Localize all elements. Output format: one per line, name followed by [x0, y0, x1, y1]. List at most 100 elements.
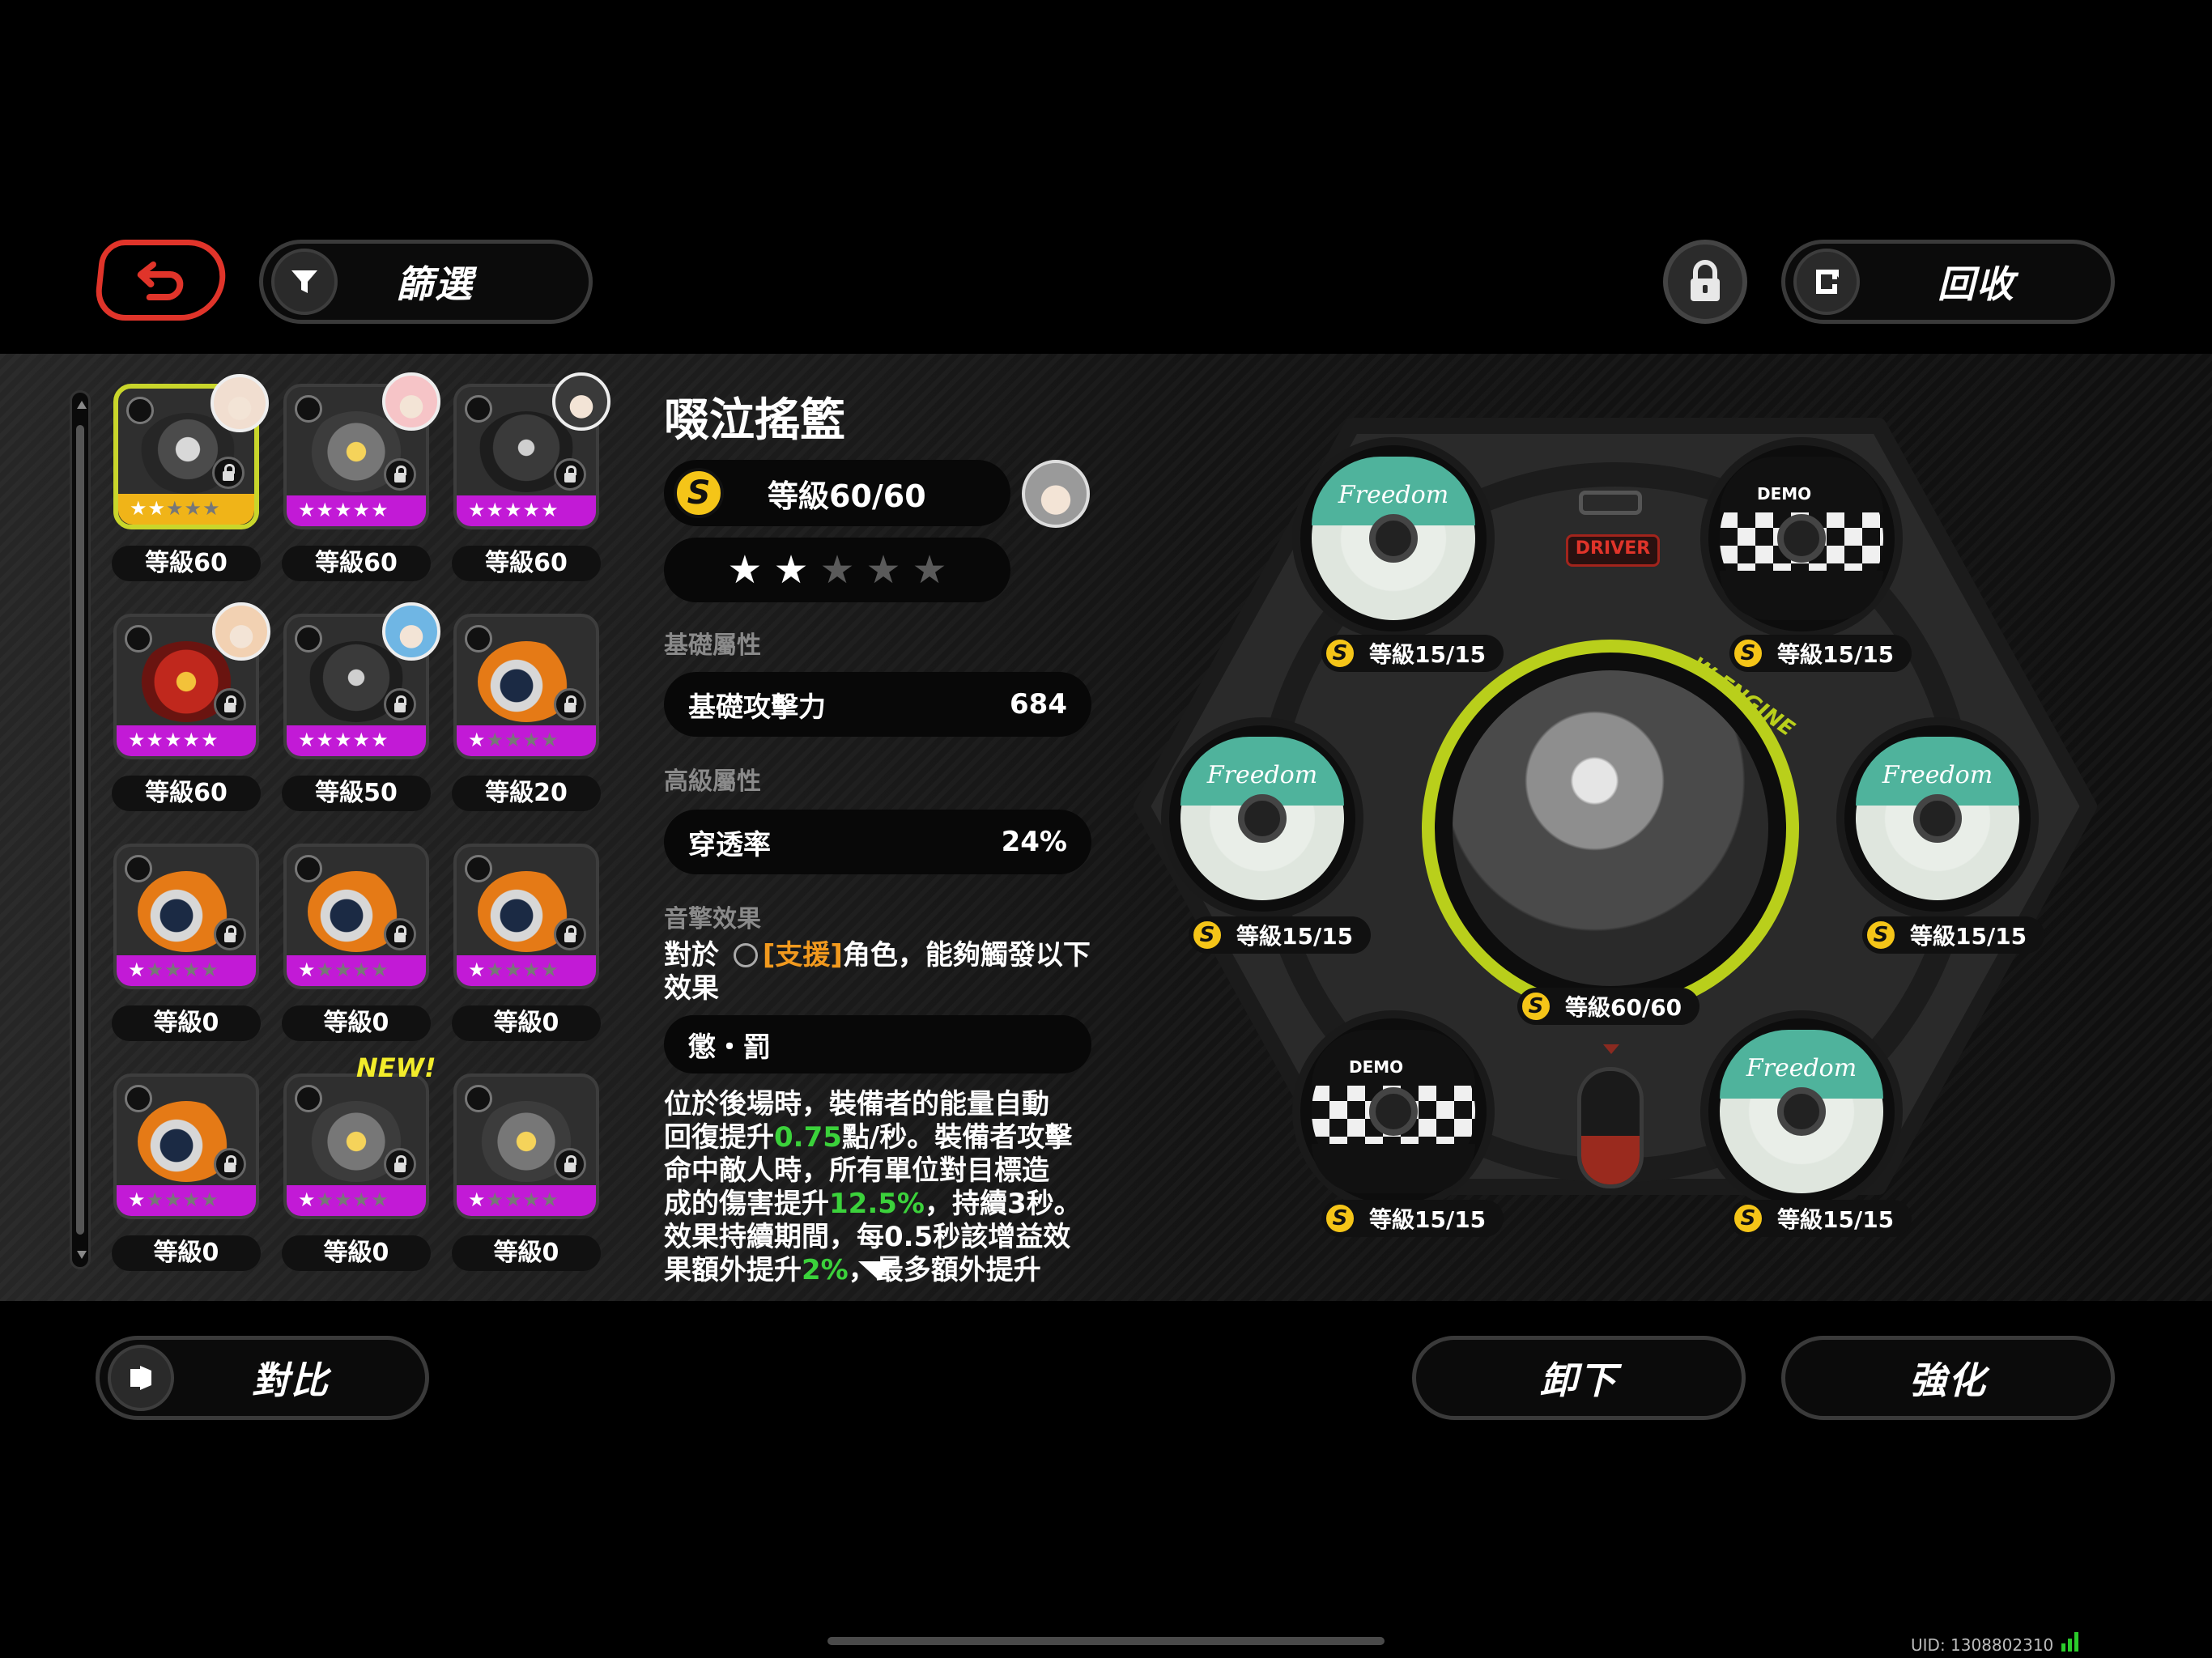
- rank-badge-icon: [125, 625, 152, 653]
- effect-value: 0.75: [774, 1121, 842, 1154]
- effect-line: 命中敵人時，所有單位對目標造: [664, 1154, 1093, 1188]
- freedom-disc-art: Freedom: [1180, 737, 1344, 900]
- w-engine-card[interactable]: ★★★★★: [113, 844, 259, 989]
- w-engine-card[interactable]: ★★★★★: [113, 602, 270, 759]
- base-attack-label: 基礎攻擊力: [688, 691, 826, 724]
- effect-value: 12.5%: [829, 1188, 925, 1220]
- lock-button[interactable]: [1663, 240, 1747, 324]
- driver-toggle[interactable]: [1577, 1067, 1644, 1188]
- drive-disc-slot-6[interactable]: Freedom: [1700, 1010, 1903, 1213]
- effect-line: 回復提升0.75點/秒。裝備者攻擊: [664, 1121, 1093, 1154]
- drive-disc-slot-5[interactable]: DEMO: [1292, 1010, 1495, 1213]
- w-engine-card[interactable]: ★★★★★: [283, 372, 440, 529]
- disc-title: Freedom: [1746, 1054, 1857, 1082]
- star-rating: ★★★★★: [130, 497, 221, 520]
- w-engine-art: [1453, 670, 1768, 986]
- support-role-tag: [支援]: [762, 939, 843, 971]
- w-engine-level-label: 等級20: [452, 776, 601, 811]
- w-engine-card[interactable]: ★★★★★: [113, 374, 269, 529]
- rank-badge-icon: [126, 397, 154, 424]
- rank-badge-icon: [295, 395, 322, 423]
- scroll-up-icon: [77, 401, 87, 409]
- rank-badge-icon: [125, 855, 152, 882]
- rank-badge-icon: [465, 1085, 492, 1112]
- effect-text: ，持續3秒。: [924, 1188, 1082, 1220]
- w-engine-card[interactable]: ★★★★★: [453, 614, 599, 759]
- rank-badge-icon: [465, 625, 492, 653]
- w-engine-card[interactable]: ★★★★★: [453, 1073, 599, 1219]
- rank-s-icon: S: [1191, 919, 1223, 951]
- filter-button[interactable]: 篩選: [259, 240, 593, 324]
- disc-hole: [1777, 1087, 1826, 1136]
- effect-title-bar: 懲・罰: [664, 1015, 1091, 1073]
- w-engine-card[interactable]: ★★★★★: [113, 1073, 259, 1219]
- w-engine-card[interactable]: ★★★★★: [453, 372, 610, 529]
- disc-level-badge: S 等級15/15: [1729, 1200, 1912, 1237]
- w-engine-slot[interactable]: W-ENGINE: [1422, 640, 1799, 1017]
- compare-icon: [108, 1345, 174, 1411]
- w-engine-card[interactable]: ★★★★★: [283, 844, 429, 989]
- base-stats-heading: 基礎屬性: [664, 631, 761, 660]
- effect-prefix: 對於: [664, 939, 719, 971]
- upgrade-button[interactable]: 強化: [1781, 1336, 2115, 1420]
- disc-hole: [1238, 794, 1287, 843]
- rank-s-icon: S: [1732, 637, 1764, 670]
- disc-level-badge: S 等級15/15: [1189, 916, 1372, 954]
- disc-level-badge: S 等級15/15: [1321, 1200, 1504, 1237]
- home-indicator[interactable]: [827, 1637, 1385, 1645]
- agent-avatar: [382, 372, 440, 431]
- equipped-agent-avatar[interactable]: [1022, 460, 1090, 528]
- level-bar: S 等級60/60: [664, 460, 1010, 526]
- w-engine-level-label: 等級60: [282, 546, 431, 581]
- unequip-button[interactable]: 卸下: [1412, 1336, 1746, 1420]
- disc-title: Freedom: [1882, 761, 1993, 789]
- effect-title: 懲・罰: [688, 1031, 771, 1064]
- disc-title: Freedom: [1206, 761, 1318, 789]
- drive-disc-slot-4[interactable]: Freedom: [1836, 717, 2039, 920]
- star-rating: ★★★★★: [298, 499, 389, 521]
- star-icon: ★: [866, 547, 901, 593]
- star-rating: ★★★★★: [128, 959, 219, 981]
- drive-disc-slot-1[interactable]: Freedom: [1292, 437, 1495, 640]
- compare-button[interactable]: 對比: [96, 1336, 429, 1420]
- drive-disc-slot-2[interactable]: DEMO: [1700, 437, 1903, 640]
- disc-level-badge: S 等級15/15: [1321, 635, 1504, 672]
- upgrade-label: 強化: [1909, 1358, 1987, 1402]
- disc-level-badge: S 等級15/15: [1862, 916, 2045, 954]
- drive-disc-slot-3[interactable]: Freedom: [1161, 717, 1363, 920]
- w-engine-level-label: 等級50: [282, 776, 431, 811]
- w-engine-level-label: 等級0: [452, 1005, 601, 1041]
- lock-icon: [554, 688, 586, 721]
- agent-avatar: [552, 372, 610, 431]
- w-engine-card[interactable]: ★★★★★: [283, 1073, 429, 1219]
- w-engine-name: 啜泣搖籃: [664, 394, 845, 447]
- rank-s-icon: S: [1865, 919, 1897, 951]
- w-engine-level-label: 等級0: [282, 1235, 431, 1271]
- star-rating: ★★★★★: [298, 959, 389, 981]
- effect-text: 點/秒。裝備者攻擊: [841, 1121, 1073, 1154]
- rank-s-icon: S: [1324, 1202, 1356, 1235]
- rank-badge-icon: [295, 1085, 322, 1112]
- demo-disc-art: DEMO: [1312, 1030, 1475, 1193]
- back-button[interactable]: [92, 240, 230, 321]
- disc-level-label: 等級15/15: [1369, 1206, 1487, 1233]
- star-rating: ★★★★★: [298, 729, 389, 751]
- w-engine-level-label: 等級0: [282, 1005, 431, 1041]
- lock-icon: [384, 918, 416, 950]
- list-scrollbar[interactable]: [70, 390, 91, 1269]
- w-engine-card[interactable]: ★★★★★: [453, 844, 599, 989]
- recycle-label: 回收: [1938, 262, 2015, 306]
- lock-icon: [554, 918, 586, 950]
- new-tag: NEW!: [356, 1052, 436, 1083]
- rank-badge-icon: [465, 395, 492, 423]
- lock-icon: [1691, 260, 1720, 301]
- recycle-button[interactable]: 回收: [1781, 240, 2115, 324]
- lock-icon: [384, 458, 416, 491]
- w-engine-level-label: 等級60: [452, 546, 601, 581]
- w-engine-level-label: 等級60: [112, 546, 261, 581]
- scroll-thumb[interactable]: [76, 425, 84, 1235]
- driver-label: DRIVER: [1566, 534, 1660, 567]
- w-engine-card[interactable]: ★★★★★: [283, 602, 440, 759]
- demo-disc-art: DEMO: [1720, 457, 1883, 620]
- base-attack-row: 基礎攻擊力 684: [664, 672, 1091, 737]
